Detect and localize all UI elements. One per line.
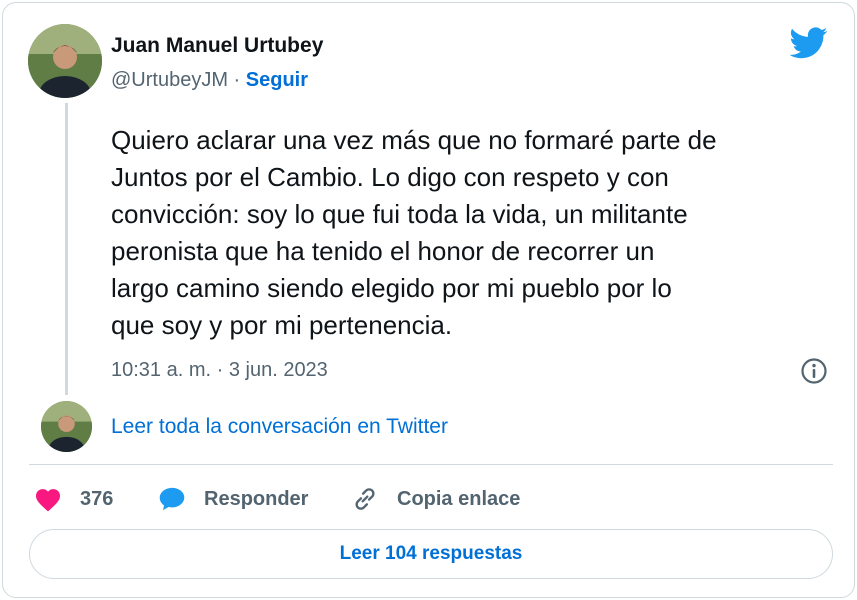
speech-bubble-icon	[159, 487, 185, 511]
like-button[interactable]: 376	[34, 483, 113, 515]
author-name[interactable]: Juan Manuel Urtubey	[111, 34, 323, 58]
follow-link[interactable]: Seguir	[246, 69, 308, 91]
read-replies-button[interactable]: Leer 104 respuestas	[29, 529, 833, 579]
copy-link-button[interactable]: Copia enlace	[351, 483, 520, 515]
tweet-card: Juan Manuel Urtubey @UrtubeyJM · Seguir …	[2, 2, 855, 598]
link-icon	[355, 488, 375, 510]
author-handle[interactable]: @UrtubeyJM	[111, 69, 228, 91]
conversation-avatar[interactable]	[41, 401, 92, 452]
reply-button[interactable]: Responder	[158, 483, 308, 515]
divider	[29, 464, 833, 465]
read-conversation-link[interactable]: Leer toda la conversación en Twitter	[111, 415, 448, 439]
heart-icon	[35, 489, 61, 512]
copy-link-label: Copia enlace	[397, 487, 521, 510]
info-icon[interactable]	[800, 357, 828, 385]
thread-line	[65, 103, 68, 395]
author-avatar[interactable]	[28, 24, 102, 98]
tweet-timestamp[interactable]: 10:31 a. m. · 3 jun. 2023	[111, 359, 328, 382]
tweet-text: Quiero aclarar una vez más que no formar…	[111, 125, 717, 340]
author-meta: @UrtubeyJM · Seguir	[111, 69, 308, 92]
twitter-bird-icon[interactable]	[790, 27, 828, 59]
like-count: 376	[80, 487, 114, 510]
handle-separator: ·	[228, 69, 246, 91]
reply-label: Responder	[204, 487, 309, 510]
